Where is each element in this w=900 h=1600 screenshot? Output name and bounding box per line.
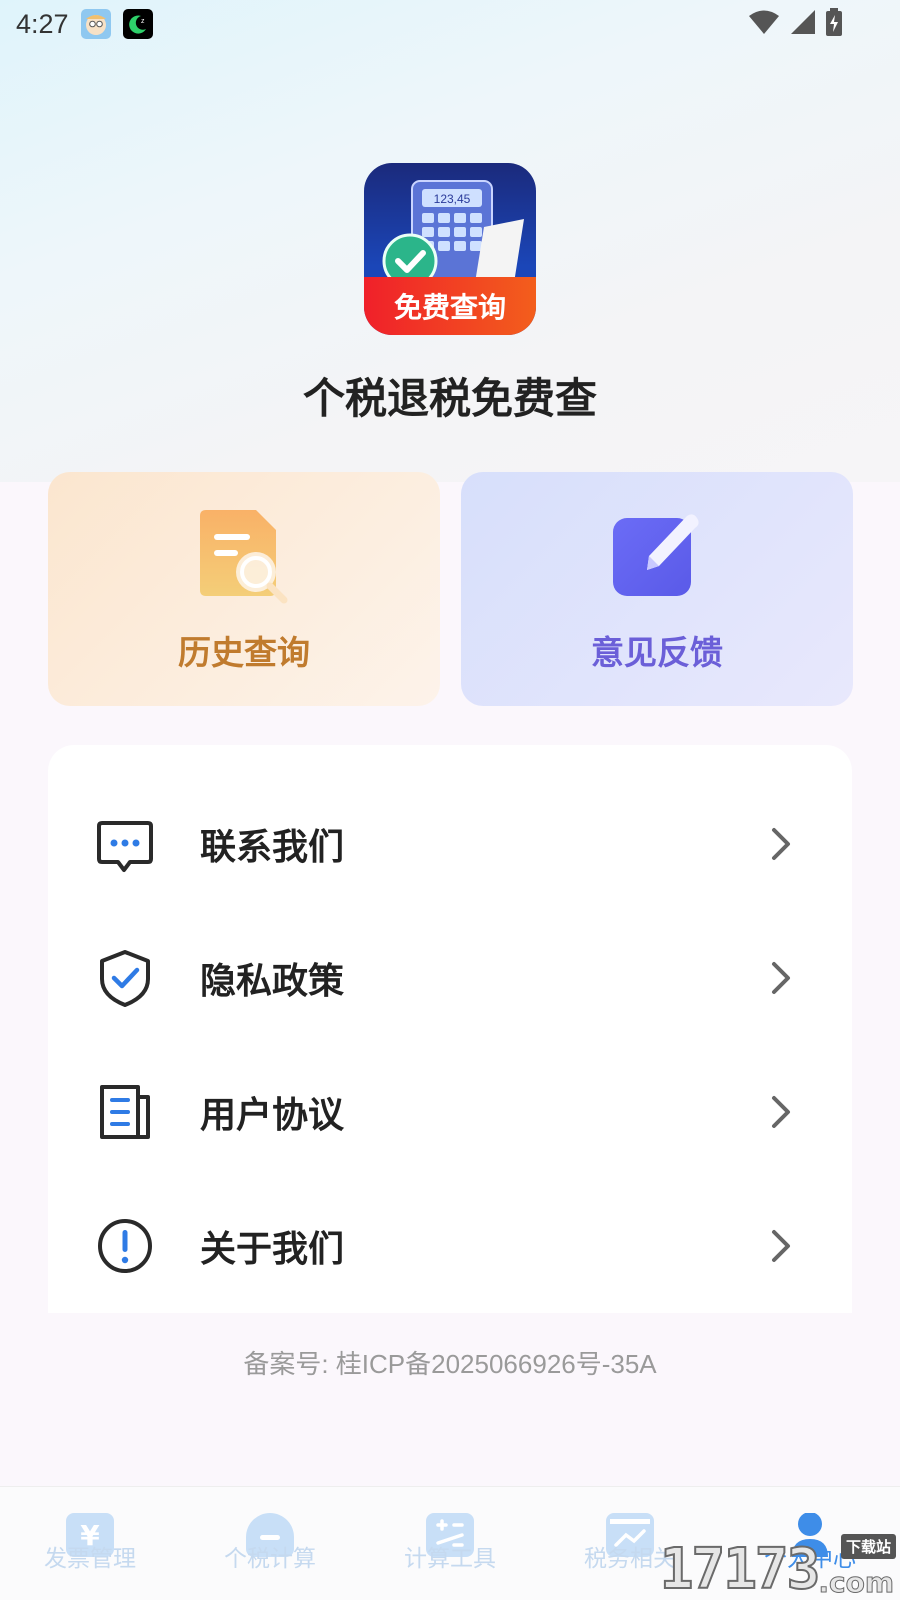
logo-banner: 免费查询 bbox=[364, 277, 536, 335]
logo-display-number: 123,45 bbox=[434, 192, 471, 206]
chat-bubble-icon bbox=[97, 821, 153, 872]
watermark-suffix: .com bbox=[818, 1566, 895, 1599]
chevron-right-icon bbox=[772, 962, 790, 994]
tab-tax-calculation[interactable]: 个税计算 bbox=[180, 1487, 360, 1600]
moon-sleep-app-icon: z bbox=[122, 9, 153, 39]
chevron-right-icon bbox=[772, 1230, 790, 1262]
chevron-right-icon bbox=[772, 828, 790, 860]
document-list-icon bbox=[100, 1085, 150, 1139]
watermark-tag: 下载站 bbox=[840, 1534, 896, 1559]
menu-item-label: 联系我们 bbox=[200, 827, 345, 868]
chevron-right-icon bbox=[772, 1096, 790, 1128]
tab-invoice-management[interactable]: ¥ 发票管理 bbox=[0, 1487, 180, 1600]
tab-label: 发票管理 bbox=[44, 1546, 136, 1572]
settings-menu: 联系我们 隐私政策 用户协议 关于我们 bbox=[48, 745, 852, 1313]
icp-record-number: 备案号: 桂ICP备2025066926号-35A bbox=[243, 1349, 657, 1379]
menu-item-privacy-policy[interactable]: 隐私政策 bbox=[48, 911, 852, 1045]
app-name: 个税退税免费查 bbox=[302, 374, 597, 423]
baby-face-app-icon bbox=[80, 9, 111, 39]
menu-item-user-agreement[interactable]: 用户协议 bbox=[48, 1045, 852, 1179]
edit-note-icon bbox=[613, 514, 699, 596]
menu-item-about-us[interactable]: 关于我们 bbox=[48, 1179, 852, 1313]
menu-item-contact-us[interactable]: 联系我们 bbox=[48, 777, 852, 911]
status-time: 4:27 bbox=[16, 8, 69, 39]
status-bar: 4:27 z bbox=[0, 0, 900, 48]
app-logo: 123,45 免费查询 bbox=[364, 163, 536, 335]
document-search-icon bbox=[200, 510, 288, 604]
shield-check-icon bbox=[100, 950, 150, 1007]
battery-charging-icon bbox=[826, 8, 842, 36]
wifi-icon bbox=[749, 10, 779, 34]
cell-signal-icon bbox=[791, 10, 815, 34]
site-watermark: 下载站 17173 .com bbox=[659, 1534, 900, 1600]
info-exclamation-icon bbox=[98, 1219, 152, 1273]
menu-item-label: 关于我们 bbox=[200, 1229, 345, 1270]
history-query-label: 历史查询 bbox=[178, 633, 310, 672]
menu-item-label: 隐私政策 bbox=[200, 961, 345, 1002]
menu-item-label: 用户协议 bbox=[200, 1095, 345, 1136]
tab-calculation-tools[interactable]: 计算工具 bbox=[360, 1487, 540, 1600]
svg-text:z: z bbox=[141, 18, 145, 25]
feedback-label: 意见反馈 bbox=[591, 633, 723, 672]
feedback-card[interactable]: 意见反馈 bbox=[461, 472, 853, 706]
tab-label: 个税计算 bbox=[224, 1546, 316, 1572]
watermark-number: 17173 bbox=[659, 1537, 822, 1600]
tab-label: 计算工具 bbox=[404, 1546, 496, 1572]
history-query-card[interactable]: 历史查询 bbox=[48, 472, 440, 706]
